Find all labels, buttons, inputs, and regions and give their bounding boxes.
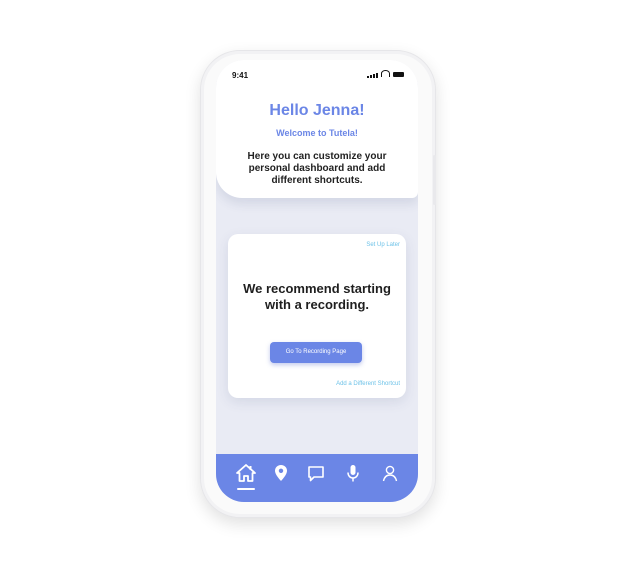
status-icons bbox=[367, 70, 404, 78]
location-pin-icon bbox=[275, 465, 287, 481]
profile-icon bbox=[382, 465, 398, 481]
battery-icon bbox=[393, 72, 404, 77]
welcome-subtitle: Welcome to Tutela! bbox=[276, 128, 358, 138]
setup-later-link[interactable]: Set Up Later bbox=[366, 242, 400, 248]
tab-home[interactable] bbox=[235, 462, 257, 484]
home-icon bbox=[236, 464, 256, 482]
chat-icon bbox=[308, 465, 324, 481]
greeting-title: Hello Jenna! bbox=[269, 102, 365, 119]
go-to-recording-button[interactable]: Go To Recording Page bbox=[270, 342, 362, 363]
status-time: 9:41 bbox=[232, 71, 249, 80]
tab-record[interactable] bbox=[342, 462, 364, 484]
header-card: 9:41 Hello Jenna! Welcome to Tutela! Her… bbox=[216, 60, 418, 198]
microphone-icon bbox=[347, 464, 359, 481]
dashboard-description: Here you can customize your personal das… bbox=[247, 151, 387, 186]
bottom-tab-bar bbox=[216, 454, 418, 502]
tab-location[interactable] bbox=[270, 462, 292, 484]
recommendation-text: We recommend starting with a recording. bbox=[243, 281, 391, 312]
tab-profile[interactable] bbox=[379, 462, 401, 484]
active-tab-indicator bbox=[237, 488, 255, 490]
signal-icon bbox=[367, 73, 378, 78]
wifi-icon bbox=[381, 70, 390, 77]
recommendation-card: Set Up Later We recommend starting with … bbox=[228, 234, 406, 398]
add-shortcut-link[interactable]: Add a Different Shortcut bbox=[336, 381, 400, 387]
phone-side-button bbox=[433, 155, 436, 205]
app-screen: 9:41 Hello Jenna! Welcome to Tutela! Her… bbox=[216, 60, 418, 502]
tab-messages[interactable] bbox=[305, 462, 327, 484]
